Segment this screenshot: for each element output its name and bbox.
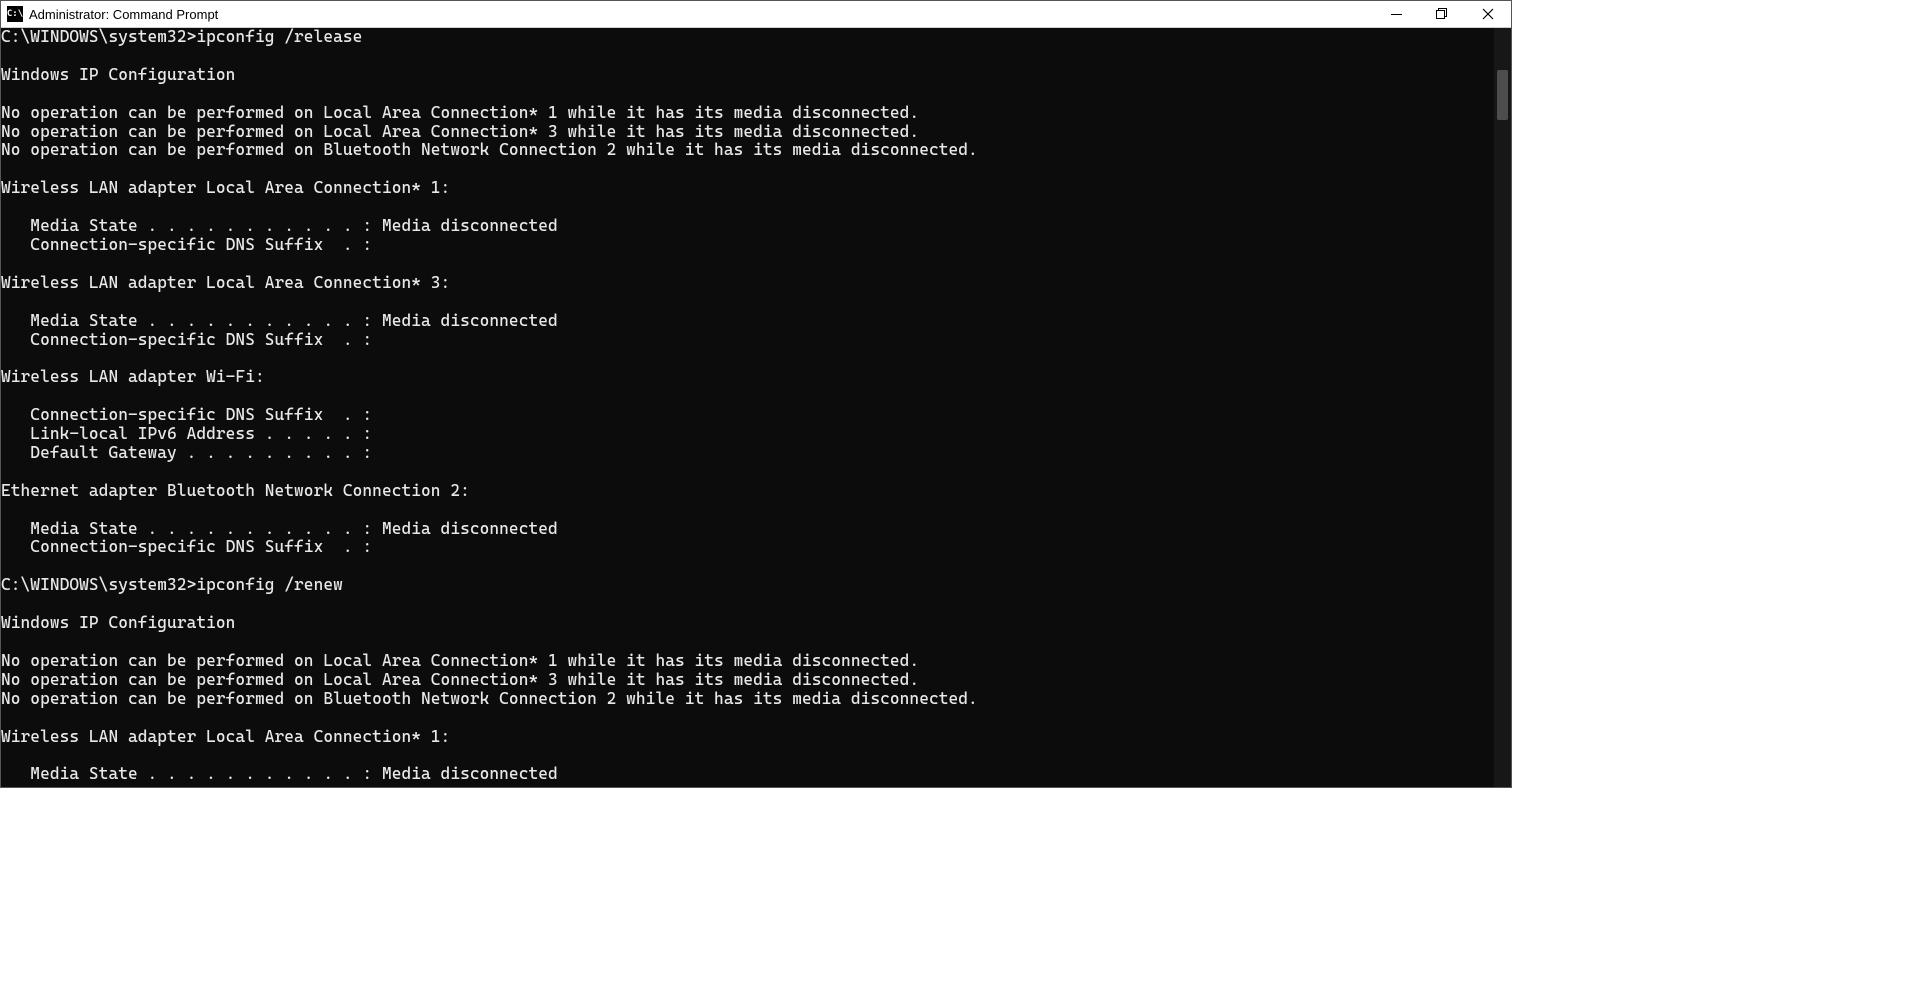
maximize-icon <box>1436 8 1448 20</box>
minimize-icon <box>1391 9 1402 20</box>
minimize-button[interactable] <box>1373 1 1419 27</box>
console-body: C:\WINDOWS\system32>ipconfig /release Wi… <box>1 28 1511 787</box>
close-button[interactable] <box>1465 1 1511 27</box>
window-title: Administrator: Command Prompt <box>29 7 1373 22</box>
maximize-button[interactable] <box>1419 1 1465 27</box>
window-controls <box>1373 1 1511 27</box>
vertical-scrollbar[interactable] <box>1494 28 1511 787</box>
titlebar[interactable]: C:\ Administrator: Command Prompt <box>1 1 1511 28</box>
command-prompt-window: C:\ Administrator: Command Prompt C:\WIN… <box>0 0 1512 788</box>
console-output[interactable]: C:\WINDOWS\system32>ipconfig /release Wi… <box>1 28 1494 787</box>
scrollbar-thumb[interactable] <box>1497 70 1508 120</box>
close-icon <box>1482 8 1494 20</box>
cmd-icon: C:\ <box>7 6 23 22</box>
